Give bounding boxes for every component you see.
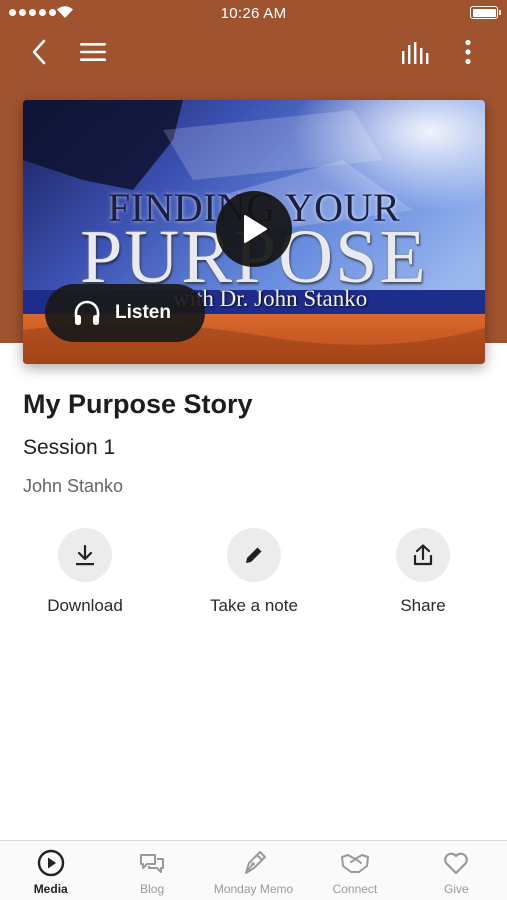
play-circle-icon [37, 849, 64, 877]
take-note-label: Take a note [210, 596, 298, 615]
more-vertical-icon [465, 39, 471, 65]
pen-nib-icon [244, 851, 266, 874]
share-button[interactable]: Share [353, 528, 493, 616]
download-button[interactable]: Download [15, 528, 155, 616]
pencil-icon [246, 546, 263, 563]
tab-give-label: Give [443, 882, 469, 896]
media-title: My Purpose Story [23, 389, 253, 419]
author-name: John Stanko [23, 476, 124, 496]
tab-media-label: Media [33, 882, 68, 896]
hamburger-icon [80, 43, 106, 61]
media-thumbnail[interactable]: FINDING YOUR PURPOSE with Dr. John Stank… [23, 100, 485, 364]
tab-connect-label: Connect [332, 882, 378, 896]
handshake-icon [340, 854, 369, 873]
more-options-button[interactable] [456, 36, 480, 68]
note-icon-circle [227, 528, 281, 582]
tab-connect[interactable]: Connect [304, 841, 405, 900]
listen-button[interactable]: Listen [45, 284, 205, 342]
tab-media[interactable]: Media [0, 841, 101, 900]
download-label: Download [47, 596, 123, 615]
share-label: Share [400, 596, 446, 615]
audio-button[interactable] [397, 38, 433, 68]
share-icon-circle [396, 528, 450, 582]
heart-icon [444, 852, 469, 875]
download-icon [76, 544, 94, 566]
session-label: Session 1 [23, 436, 116, 459]
tab-blog-label: Blog [140, 882, 165, 896]
chevron-left-icon [32, 39, 46, 65]
equalizer-icon [402, 42, 429, 64]
tab-monday-memo-label: Monday Memo [213, 882, 294, 896]
share-icon [413, 544, 433, 566]
tab-blog[interactable]: Blog [101, 841, 202, 900]
status-time: 10:26 AM [220, 5, 287, 22]
download-icon-circle [58, 528, 112, 582]
chat-bubbles-icon [140, 854, 165, 873]
play-button[interactable] [216, 191, 292, 267]
listen-label: Listen [115, 302, 171, 323]
menu-button[interactable] [76, 38, 110, 66]
status-bar: 10:26 AM [0, 0, 507, 28]
back-button[interactable] [24, 36, 54, 68]
battery-icon [470, 6, 501, 19]
tab-bar: Media Blog Monday Memo Connect Give [0, 840, 507, 900]
play-icon [244, 215, 267, 243]
take-note-button[interactable]: Take a note [184, 528, 324, 616]
headphones-icon [74, 300, 100, 325]
tab-give[interactable]: Give [406, 841, 507, 900]
tab-monday-memo[interactable]: Monday Memo [203, 841, 304, 900]
